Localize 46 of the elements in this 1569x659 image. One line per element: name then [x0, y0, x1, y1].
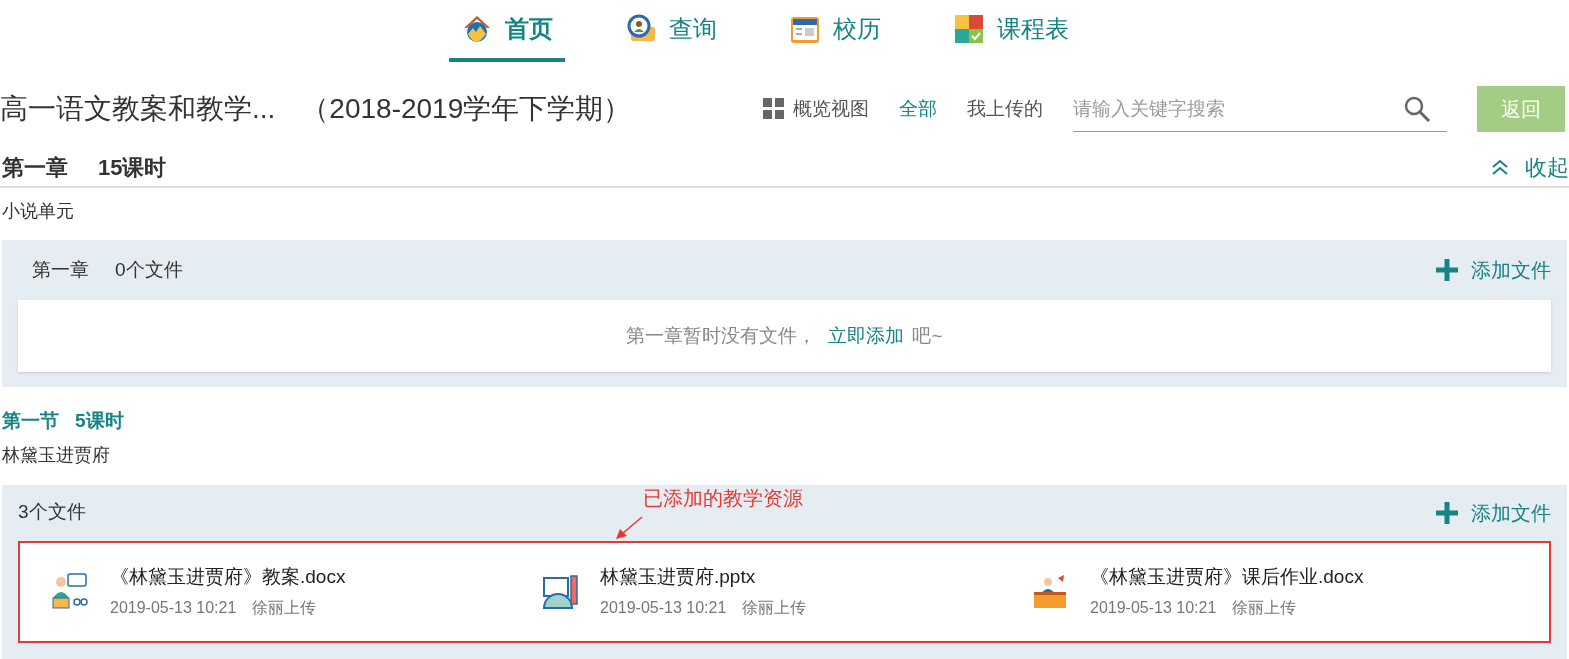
search-field[interactable]: 请输入关键字搜索: [1073, 86, 1447, 132]
section-subtitle: 林黛玉进贾府: [1, 443, 111, 467]
plus-icon: [1435, 500, 1459, 525]
plus-icon: [1435, 258, 1459, 282]
search-icon[interactable]: [1403, 95, 1431, 123]
file-item[interactable]: 《林黛玉进贾府》教案.docx 2019-05-13 10:21 徐丽上传: [20, 563, 510, 620]
file-count: 3个文件: [18, 500, 86, 525]
file-name: 《林黛玉进贾府》课后作业.docx: [1090, 565, 1364, 590]
file-uploader: 徐丽上传: [1232, 597, 1297, 618]
empty-message: 第一章暂时没有文件，: [626, 323, 817, 348]
file-item[interactable]: 《林黛玉进贾府》课后作业.docx 2019-05-13 10:21 徐丽上传: [1000, 563, 1490, 620]
nav-tab[interactable]: 校历: [776, 0, 893, 62]
file-name: 林黛玉进贾府.pptx: [600, 565, 757, 590]
file-item[interactable]: 林黛玉进贾府.pptx 2019-05-13 10:21 徐丽上传: [510, 563, 1000, 620]
annotation-arrow: [614, 514, 644, 541]
add-file-button[interactable]: 添加文件: [1435, 255, 1551, 285]
schedule-icon: [952, 13, 985, 45]
file-date: 2019-05-13 10:21: [110, 597, 237, 618]
chapter-subtitle: 小说单元: [1, 200, 75, 223]
file-uploader: 徐丽上传: [252, 597, 317, 618]
grid-icon: [763, 98, 785, 120]
add-file-button[interactable]: 添加文件: [1435, 497, 1551, 528]
chapter-title: 第一章: [1, 153, 68, 182]
section-title: 第一节: [2, 409, 59, 433]
panel-chapter-name: 第一章: [32, 257, 89, 282]
filter-tab[interactable]: 我上传的: [967, 94, 1043, 124]
file-uploader: 徐丽上传: [742, 597, 807, 618]
overview-view-button[interactable]: 概览视图: [763, 94, 869, 124]
nav-tab[interactable]: 课程表: [940, 0, 1081, 62]
file-date: 2019-05-13 10:21: [1090, 597, 1217, 618]
teacher-icon: [50, 571, 90, 612]
double-chevron-up-icon: [1491, 158, 1509, 176]
add-now-link[interactable]: 立即添加: [828, 321, 905, 351]
file-date: 2019-05-13 10:21: [600, 597, 727, 618]
collapse-button[interactable]: 收起: [1491, 150, 1569, 184]
file-name: 《林黛玉进贾府》教案.docx: [110, 565, 346, 590]
nav-tab[interactable]: 查询: [612, 0, 729, 62]
filter-tab[interactable]: 全部: [899, 94, 937, 124]
nav-tab[interactable]: 首页: [448, 0, 565, 62]
chapter-hours: 15课时: [98, 153, 167, 182]
section-hours: 5课时: [75, 409, 124, 433]
empty-suffix: 吧~: [912, 323, 943, 348]
file-count: 0个文件: [115, 257, 183, 282]
page-title: 高一语文教案和教学...: [0, 92, 276, 126]
term-label: （2018-2019学年下学期）: [301, 92, 632, 126]
annotation-text: 已添加的教学资源: [643, 485, 803, 511]
